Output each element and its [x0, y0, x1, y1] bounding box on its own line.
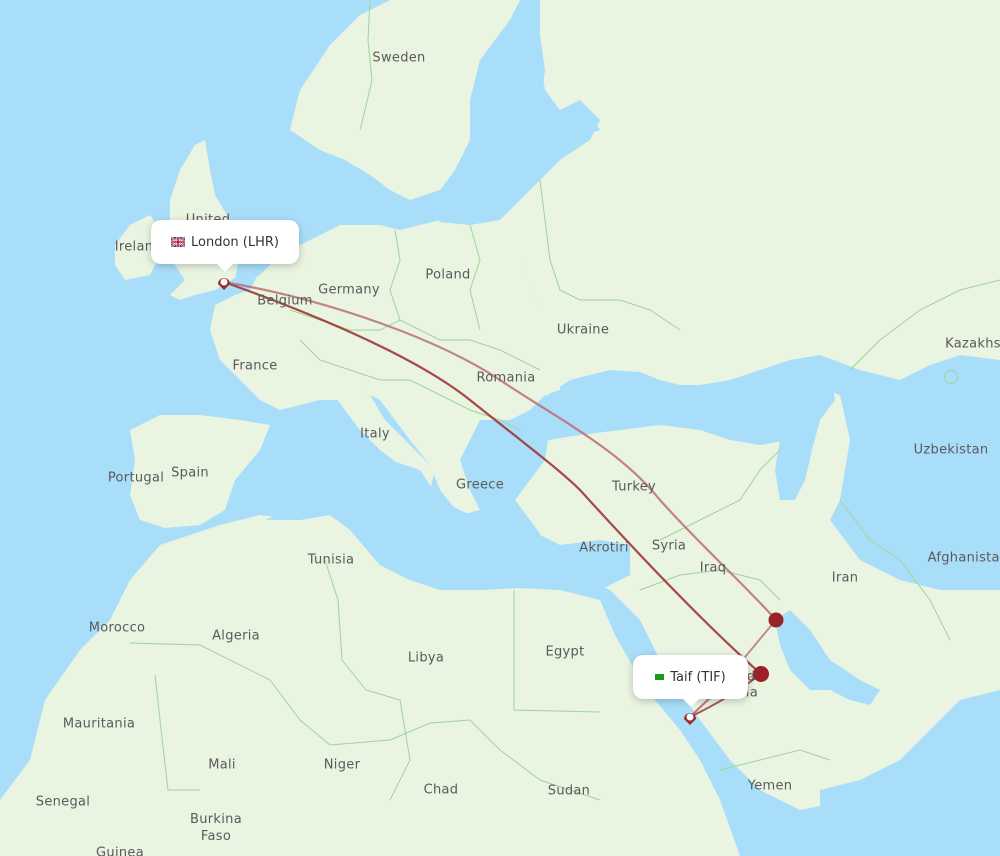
saudi-flag-icon — [655, 674, 665, 680]
country-label-ireland: Irelan — [114, 239, 154, 255]
country-label-afghanistan: Afghanistan — [927, 550, 1000, 566]
country-label-italy: Italy — [360, 426, 390, 442]
country-label-tunisia: Tunisia — [307, 552, 355, 568]
country-label-romania: Romania — [476, 370, 536, 386]
origin-airport-label: London (LHR) — [191, 234, 279, 250]
map-base-layer — [0, 0, 1000, 856]
country-label-greece: Greece — [455, 477, 505, 493]
country-label-poland: Poland — [425, 267, 471, 283]
country-label-uzbekistan: Uzbekistan — [913, 442, 989, 458]
flight-route-map[interactable]: Sweden United Irelan Belgium Germany Pol… — [0, 0, 1000, 856]
country-label-mali: Mali — [208, 757, 236, 773]
country-label-chad: Chad — [423, 782, 459, 798]
country-label-mauritania: Mauritania — [62, 716, 136, 732]
origin-airport-popup[interactable]: London (LHR) — [151, 220, 299, 272]
country-label-egypt: Egypt — [545, 644, 585, 660]
country-label-libya: Libya — [407, 650, 445, 666]
country-label-senegal: Senegal — [35, 794, 91, 810]
city-circle-icon — [944, 370, 958, 384]
country-label-iran: Iran — [831, 570, 859, 586]
country-label-guinea: Guinea — [96, 845, 144, 856]
country-label-germany: Germany — [318, 282, 380, 298]
country-label-belgium: Belgium — [257, 293, 313, 309]
country-label-sweden: Sweden — [372, 50, 426, 66]
country-label-kazakhstan: Kazakhs — [945, 336, 1000, 352]
destination-airport-popup[interactable]: Taif (TIF) — [633, 655, 748, 707]
country-label-turkey: Turkey — [611, 479, 657, 495]
uk-flag-icon — [171, 237, 185, 247]
country-label-morocco: Morocco — [88, 620, 146, 636]
country-label-syria: Syria — [651, 538, 687, 554]
country-label-akrotiri: Akrotiri — [579, 540, 629, 556]
country-label-niger: Niger — [323, 757, 361, 773]
country-label-ukraine: Ukraine — [556, 322, 610, 338]
country-label-algeria: Algeria — [212, 628, 260, 644]
country-label-yemen: Yemen — [747, 778, 793, 794]
country-label-france: France — [232, 358, 278, 374]
destination-airport-label: Taif (TIF) — [670, 669, 726, 685]
country-label-burkina-faso: Burkina Faso — [190, 812, 242, 844]
country-label-spain: Spain — [171, 465, 209, 481]
country-label-iraq: Iraq — [699, 560, 727, 576]
stop-marker-kuwait[interactable] — [768, 612, 784, 628]
country-label-portugal: Portugal — [107, 470, 165, 486]
stop-marker-riyadh[interactable] — [753, 666, 769, 682]
country-label-sudan: Sudan — [547, 783, 591, 799]
